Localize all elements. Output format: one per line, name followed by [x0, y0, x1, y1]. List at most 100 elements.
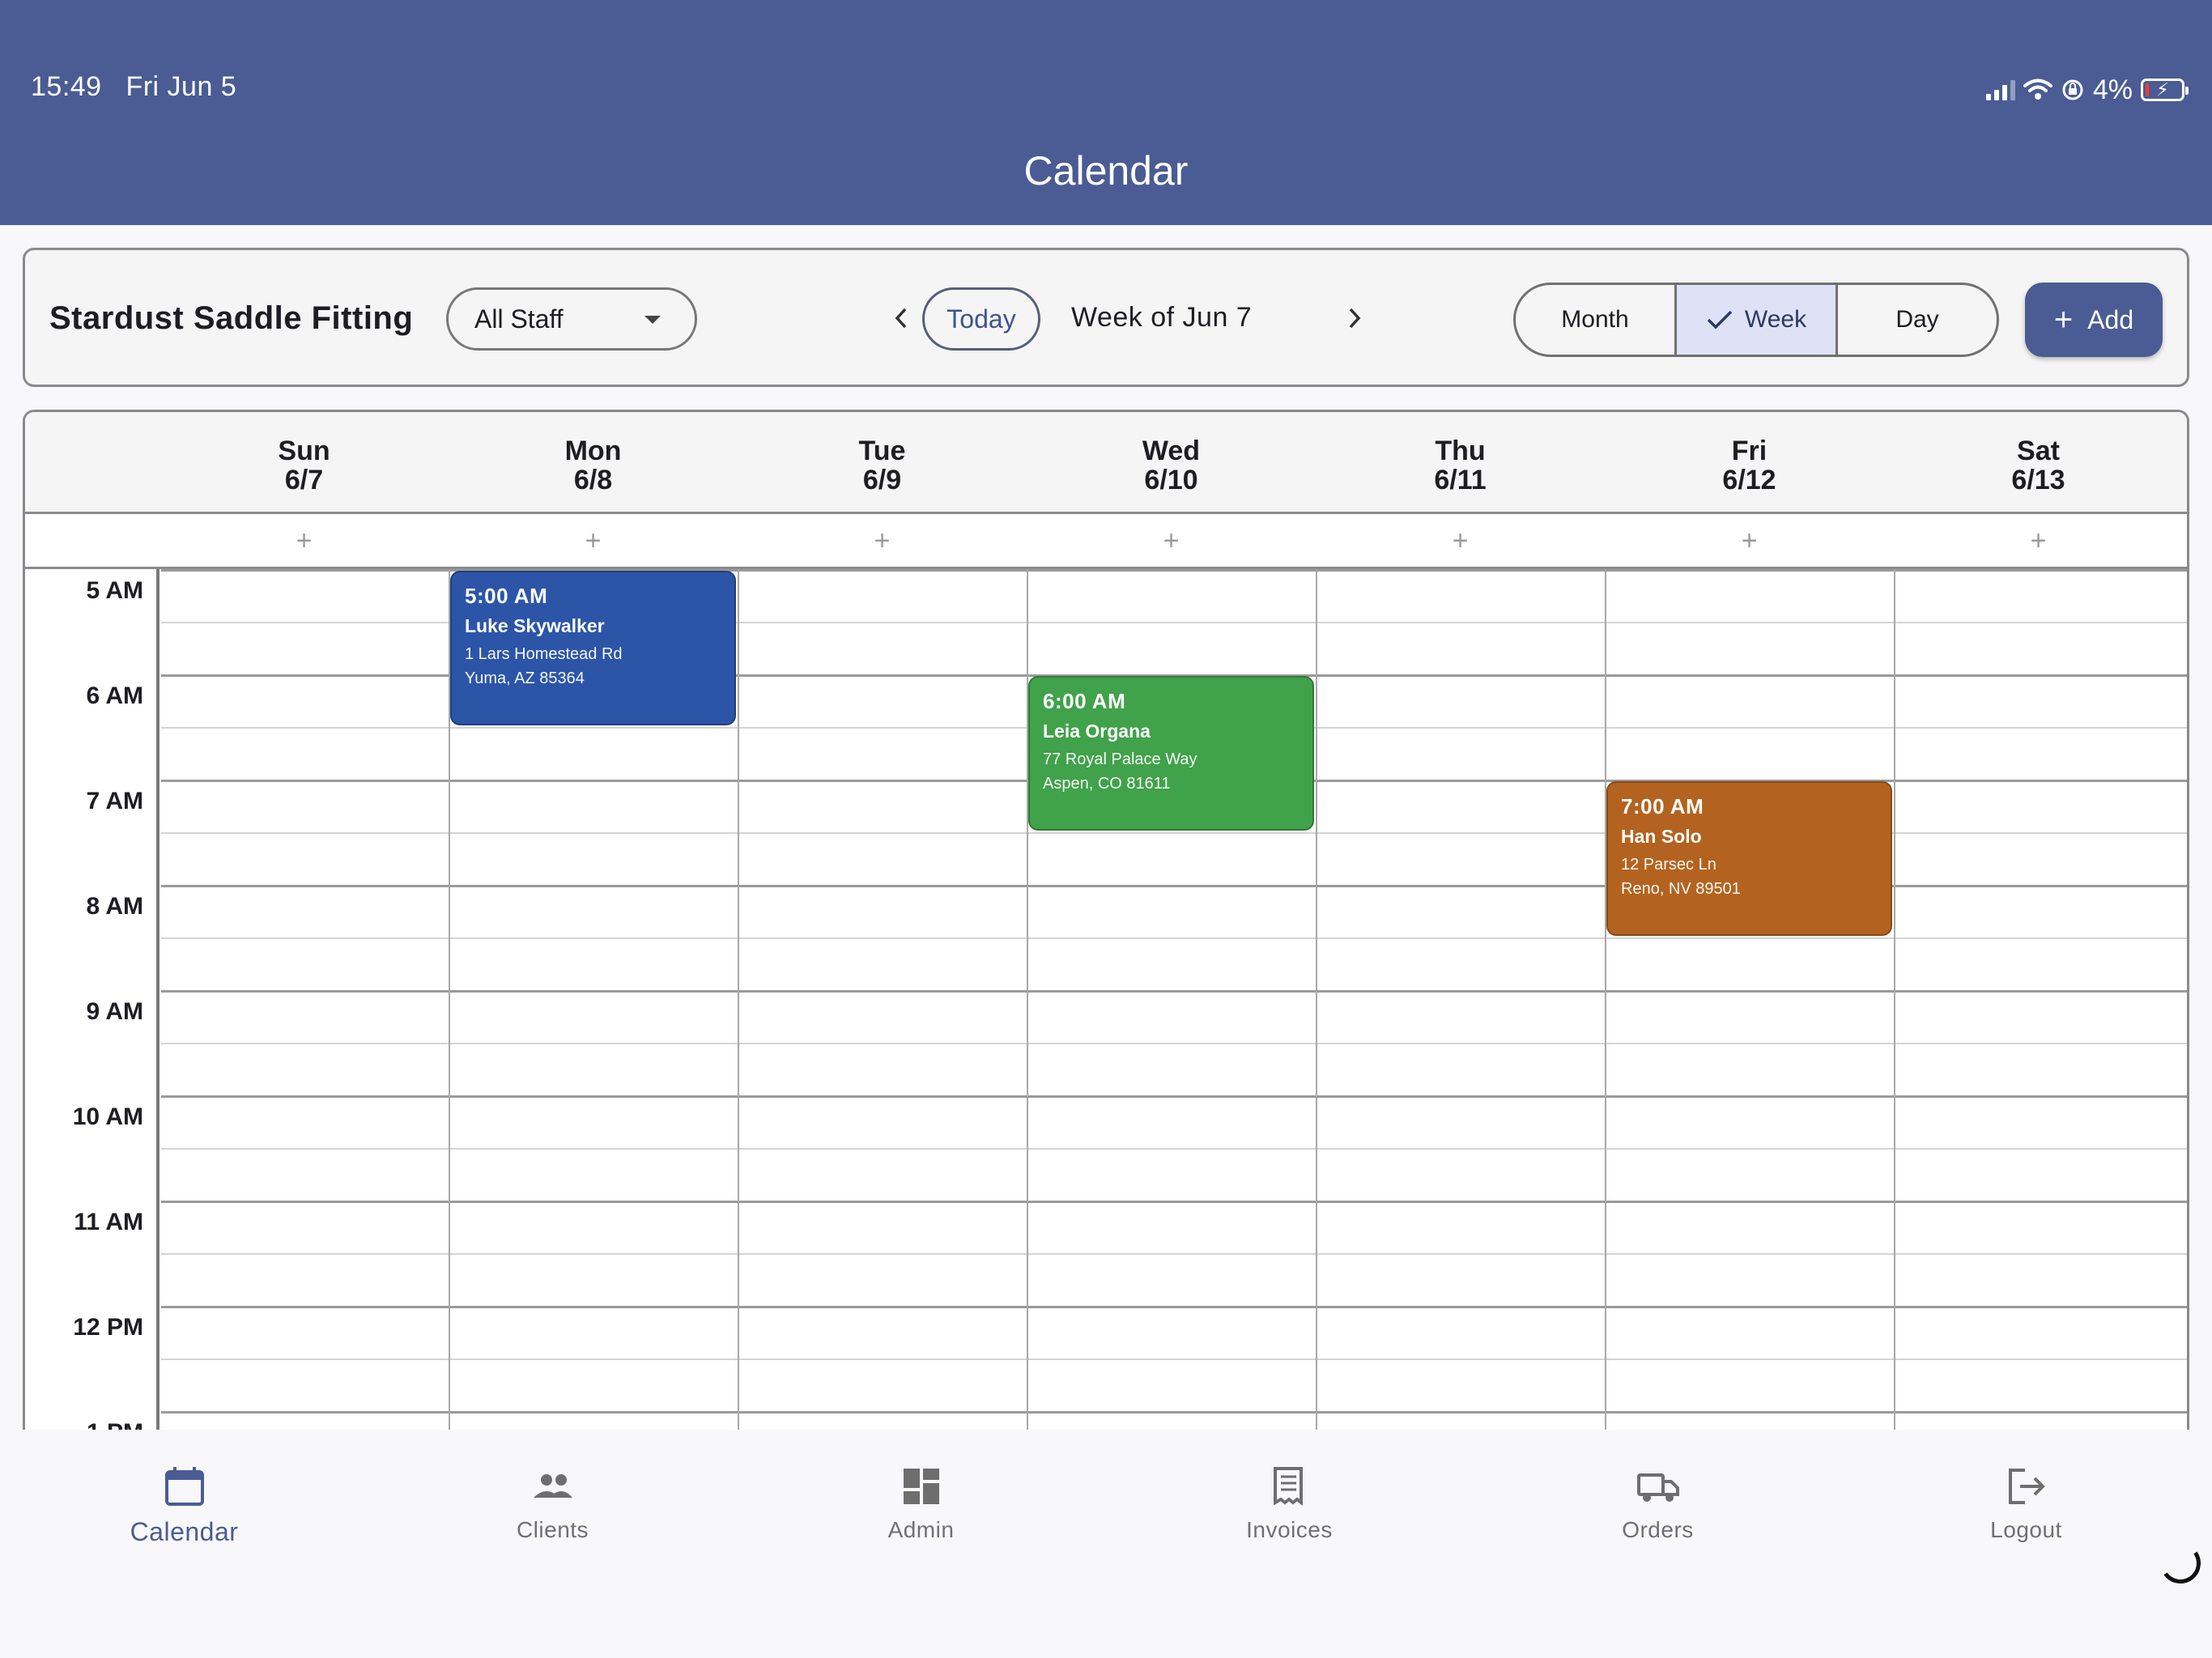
day-header-thu: Thu 6/11	[1434, 436, 1487, 495]
address-line-1: 77 Royal Palace Way	[1043, 750, 1197, 768]
logout-icon	[2008, 1469, 2045, 1504]
half-hour-gridline	[161, 1253, 2187, 1255]
view-week-button[interactable]: Week	[1674, 285, 1836, 355]
appointment-time: 6:00 AM	[1043, 689, 1126, 713]
hour-label: 11 AM	[74, 1209, 143, 1235]
nav-invoices[interactable]: Invoices	[1105, 1464, 1474, 1593]
add-event-wed-button[interactable]: +	[1027, 525, 1316, 557]
nav-invoices-label: Invoices	[1246, 1517, 1333, 1542]
view-month-label: Month	[1561, 306, 1629, 333]
nav-logout-label: Logout	[1990, 1517, 2062, 1542]
half-hour-gridline	[161, 1358, 2187, 1360]
battery-percent: 4%	[2092, 74, 2133, 105]
hour-label: 1 PM	[25, 1419, 143, 1430]
status-indicators: 4% ⚡	[1985, 71, 2189, 108]
people-icon	[533, 1474, 572, 1498]
day-header-sat: Sat 6/13	[2011, 436, 2065, 495]
nav-clients[interactable]: Clients	[368, 1464, 737, 1593]
nav-orders-label: Orders	[1622, 1517, 1694, 1542]
chevron-left-icon	[895, 308, 907, 329]
truck-icon	[1636, 1473, 1679, 1502]
day-column-divider	[738, 569, 739, 1430]
nav-logout[interactable]: Logout	[1842, 1464, 2210, 1593]
cellular-signal-icon	[1985, 79, 2015, 100]
hour-gridline	[161, 1201, 2187, 1203]
view-month-button[interactable]: Month	[1516, 285, 1674, 355]
day-header-sun: Sun 6/7	[278, 436, 330, 495]
hour-label: 10 AM	[72, 1103, 143, 1130]
add-event-sun-button[interactable]: +	[160, 525, 449, 557]
appointment-card[interactable]: 5:00 AM Luke Skywalker 1 Lars Homestead Rd…	[450, 571, 736, 725]
day-header-wed: Wed 6/10	[1142, 436, 1201, 495]
add-appointment-button[interactable]: + Add	[2025, 283, 2163, 357]
day-header-row: Sun 6/7 Mon 6/8 Tue 6/9 Wed 6/10 Thu 6/11 Fri…	[25, 412, 2187, 514]
hour-label: 7 AM	[86, 788, 143, 814]
add-event-fri-button[interactable]: +	[1605, 525, 1894, 557]
add-label: Add	[2087, 304, 2134, 334]
plus-icon: +	[2053, 301, 2074, 338]
day-column-divider	[1894, 569, 1895, 1430]
rotation-lock-icon	[2062, 79, 2083, 100]
day-header-fri: Fri 6/12	[1722, 436, 1776, 495]
address-line-1: 12 Parsec Ln	[1621, 856, 1716, 874]
hour-gridline	[161, 990, 2187, 993]
day-column-divider	[1605, 569, 1606, 1430]
address-line-2: Aspen, CO 81611	[1043, 775, 1171, 793]
add-event-tue-button[interactable]: +	[738, 525, 1027, 557]
half-hour-gridline	[161, 1043, 2187, 1044]
add-event-thu-button[interactable]: +	[1316, 525, 1605, 557]
appointment-card[interactable]: 7:00 AM Han Solo 12 Parsec Ln Reno, NV 8950…	[1606, 781, 1892, 936]
previous-week-button[interactable]	[878, 295, 924, 341]
day-header-tue: Tue 6/9	[858, 436, 906, 495]
today-button[interactable]: Today	[922, 287, 1040, 351]
page-title: Calendar	[1023, 148, 1189, 193]
add-event-mon-button[interactable]: +	[449, 525, 738, 557]
nav-orders[interactable]: Orders	[1474, 1464, 1842, 1593]
calendar-icon	[164, 1467, 204, 1506]
checkmark-icon	[1707, 310, 1733, 329]
appointment-client-name: Han Solo	[1621, 826, 1702, 847]
day-header-mon: Mon 6/8	[564, 436, 622, 495]
appointment-address: 1 Lars Homestead Rd Yuma, AZ 85364	[465, 642, 721, 691]
address-line-2: Reno, NV 89501	[1621, 880, 1741, 898]
wifi-icon	[2023, 79, 2052, 100]
appointment-client-name: Leia Organa	[1043, 721, 1151, 742]
battery-icon: ⚡	[2141, 79, 2189, 101]
allday-row: + + + + + + +	[25, 514, 2187, 569]
appointment-client-name: Luke Skywalker	[465, 615, 605, 636]
appointment-address: 77 Royal Palace Way Aspen, CO 81611	[1043, 747, 1300, 796]
hour-gridline	[161, 1095, 2187, 1098]
week-calendar: Sun 6/7 Mon 6/8 Tue 6/9 Wed 6/10 Thu 6/11 Fri…	[23, 410, 2189, 1430]
status-date: Fri Jun 5	[125, 71, 237, 102]
nav-clients-label: Clients	[516, 1517, 589, 1542]
appointment-card[interactable]: 6:00 AM Leia Organa 77 Royal Palace Way Asp…	[1028, 676, 1314, 831]
nav-calendar[interactable]: Calendar	[0, 1464, 368, 1593]
address-line-1: 1 Lars Homestead Rd	[465, 645, 623, 663]
hour-label: 12 PM	[73, 1314, 143, 1341]
add-event-sat-button[interactable]: +	[1894, 525, 2183, 557]
hour-label: 6 AM	[86, 682, 143, 709]
time-grid[interactable]: 5 AM6 AM7 AM8 AM9 AM10 AM11 AM12 PM1 PM …	[25, 569, 2187, 1430]
half-hour-gridline	[161, 937, 2187, 939]
staff-filter-value: All Staff	[474, 304, 564, 334]
nav-calendar-label: Calendar	[130, 1517, 239, 1546]
receipt-icon	[1273, 1467, 1303, 1507]
next-week-button[interactable]	[1332, 295, 1377, 341]
view-day-label: Day	[1895, 306, 1939, 333]
half-hour-gridline	[161, 1148, 2187, 1150]
nav-admin[interactable]: Admin	[737, 1464, 1105, 1593]
staff-filter-dropdown[interactable]: All Staff	[446, 287, 697, 351]
appointment-time: 5:00 AM	[465, 584, 548, 608]
hour-labels-column: 5 AM 6 AM 7 AM 8 AM 9 AM 10 AM 11 AM 12 PM 1 PM	[25, 569, 160, 1430]
hour-label: 5 AM	[86, 577, 143, 604]
view-day-button[interactable]: Day	[1836, 285, 1997, 355]
week-label: Week of Jun 7	[1071, 302, 1253, 333]
bottom-navigation: Calendar Clients Admin Invoices Orders L…	[0, 1448, 2212, 1658]
calendar-toolbar: Stardust Saddle Fitting All Staff Today …	[23, 248, 2189, 387]
appointment-time: 7:00 AM	[1621, 794, 1704, 818]
app-bar: 15:49 Fri Jun 5 4% ⚡ Calendar	[0, 0, 2212, 225]
chevron-right-icon	[1349, 308, 1361, 329]
view-week-label: Week	[1744, 306, 1807, 333]
status-time: 15:49 Fri Jun 5	[31, 71, 236, 103]
hour-label: 8 AM	[86, 893, 143, 920]
